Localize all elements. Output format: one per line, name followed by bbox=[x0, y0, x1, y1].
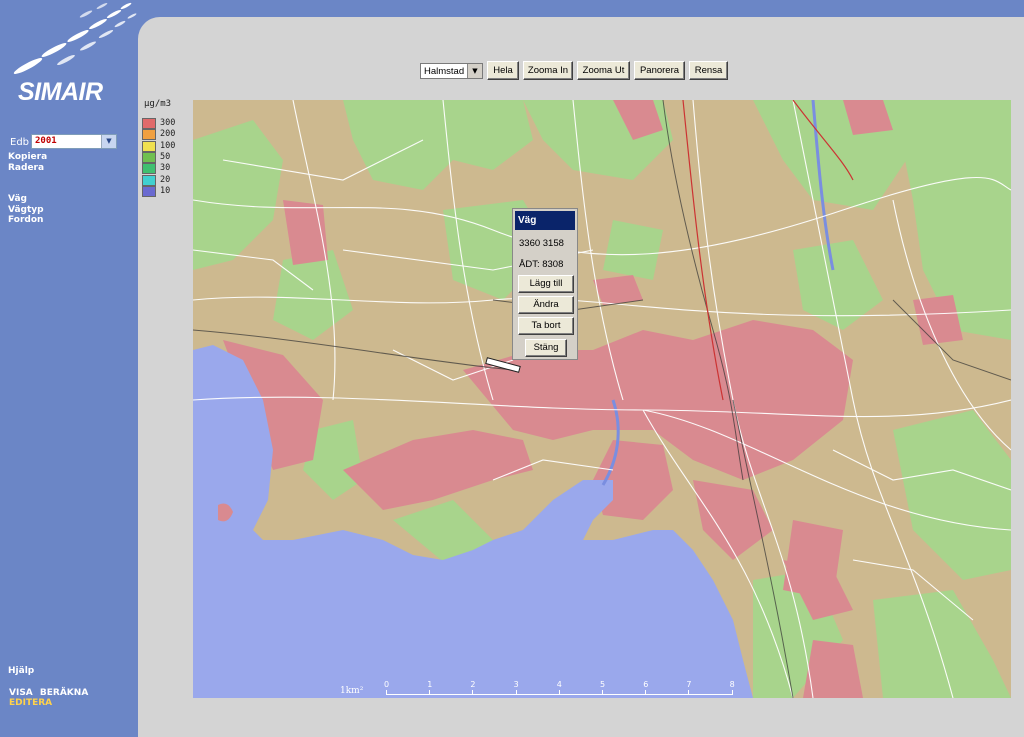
scale-number: 1 bbox=[427, 680, 433, 689]
legend-swatch bbox=[142, 118, 156, 129]
edb-label: Edb bbox=[10, 137, 30, 148]
brand-logo-text: SIMAIR bbox=[18, 78, 103, 106]
mode-nav: VISA BERÄKNA EDITERA bbox=[9, 688, 140, 708]
legend-item: 50 bbox=[142, 151, 187, 163]
chevron-down-icon[interactable]: ▼ bbox=[467, 64, 482, 78]
edb-select-value: 2001 bbox=[35, 136, 57, 146]
scale-tick bbox=[688, 690, 690, 695]
pan-button[interactable]: Panorera bbox=[634, 61, 685, 80]
legend-value: 100 bbox=[160, 140, 176, 151]
city-select[interactable]: Halmstad ▼ bbox=[420, 63, 483, 79]
scale-tick bbox=[472, 690, 474, 695]
legend-value: 20 bbox=[160, 174, 171, 185]
legend-unit: µg/m3 bbox=[144, 99, 172, 109]
legend-swatch bbox=[142, 140, 156, 152]
vagtyp-link[interactable]: Vägtyp bbox=[8, 205, 44, 215]
legend-swatch bbox=[142, 163, 156, 175]
legend-item: 300 bbox=[142, 118, 187, 129]
scale-tick bbox=[386, 690, 387, 695]
scale-number: 2 bbox=[470, 680, 476, 689]
zoom-out-button[interactable]: Zooma Ut bbox=[577, 61, 630, 80]
legend-swatch bbox=[142, 174, 156, 186]
map-canvas[interactable] bbox=[193, 100, 1011, 698]
scale-number: 7 bbox=[686, 680, 692, 689]
help-link[interactable]: Hjälp bbox=[8, 666, 34, 676]
nav-visa[interactable]: VISA bbox=[9, 688, 33, 698]
zoom-in-button[interactable]: Zooma In bbox=[523, 61, 573, 80]
scale-tick bbox=[558, 690, 560, 695]
road-info-popup: Väg 3360 3158 ÅDT: 8308 Lägg till Ändra … bbox=[512, 208, 578, 360]
hela-button[interactable]: Hela bbox=[487, 61, 519, 80]
clear-button[interactable]: Rensa bbox=[689, 61, 728, 80]
edit-button[interactable]: Ändra bbox=[518, 296, 574, 314]
sidebar: SIMAIR Edb 2001 ▼ Kopiera Radera Väg Väg… bbox=[0, 0, 140, 737]
legend-item: 10 bbox=[142, 185, 187, 197]
scale-number: 3 bbox=[513, 680, 519, 689]
legend-value: 300 bbox=[160, 118, 176, 128]
scale-number: 8 bbox=[729, 680, 735, 689]
scale-tick bbox=[429, 690, 431, 695]
scale-tick bbox=[731, 690, 733, 695]
scale-number: 5 bbox=[600, 680, 606, 689]
legend-item: 200 bbox=[142, 129, 187, 141]
edb-select[interactable]: 2001 ▼ bbox=[31, 134, 117, 149]
legend-swatch bbox=[142, 185, 156, 197]
city-select-value: Halmstad bbox=[424, 66, 465, 77]
close-button[interactable]: Stäng bbox=[525, 339, 567, 357]
radera-link[interactable]: Radera bbox=[8, 163, 44, 173]
map-image[interactable] bbox=[193, 100, 1011, 698]
popup-adt: ÅDT: 8308 bbox=[519, 259, 564, 270]
scale-number: 4 bbox=[556, 680, 562, 689]
popup-title: Väg bbox=[515, 211, 575, 230]
legend-value: 200 bbox=[160, 129, 176, 140]
delete-button[interactable]: Ta bort bbox=[518, 317, 574, 335]
vag-link[interactable]: Väg bbox=[8, 194, 27, 204]
fordon-link[interactable]: Fordon bbox=[8, 215, 43, 225]
nav-berakna[interactable]: BERÄKNA bbox=[40, 688, 88, 698]
legend-swatch bbox=[142, 151, 156, 163]
kopiera-link[interactable]: Kopiera bbox=[8, 152, 47, 162]
scale-label: 1km² bbox=[340, 686, 364, 696]
legend-item: 20 bbox=[142, 174, 187, 186]
legend-value: 10 bbox=[160, 185, 171, 196]
add-button[interactable]: Lägg till bbox=[518, 275, 574, 293]
chevron-down-icon[interactable]: ▼ bbox=[101, 135, 116, 148]
scale-tick bbox=[602, 690, 603, 695]
legend-item: 30 bbox=[142, 163, 187, 175]
scale-number: 6 bbox=[643, 680, 649, 689]
legend-swatch bbox=[142, 129, 156, 141]
scale-number: 0 bbox=[384, 680, 390, 689]
top-bar bbox=[0, 0, 1024, 18]
popup-coordinates: 3360 3158 bbox=[519, 238, 564, 249]
scale-tick bbox=[645, 690, 647, 695]
scale-tick bbox=[515, 690, 517, 695]
logo-streaks-icon bbox=[13, 2, 137, 74]
legend-item: 100 bbox=[142, 140, 187, 152]
nav-editera[interactable]: EDITERA bbox=[9, 698, 52, 708]
legend-value: 50 bbox=[160, 151, 171, 162]
legend-value: 30 bbox=[160, 163, 171, 174]
